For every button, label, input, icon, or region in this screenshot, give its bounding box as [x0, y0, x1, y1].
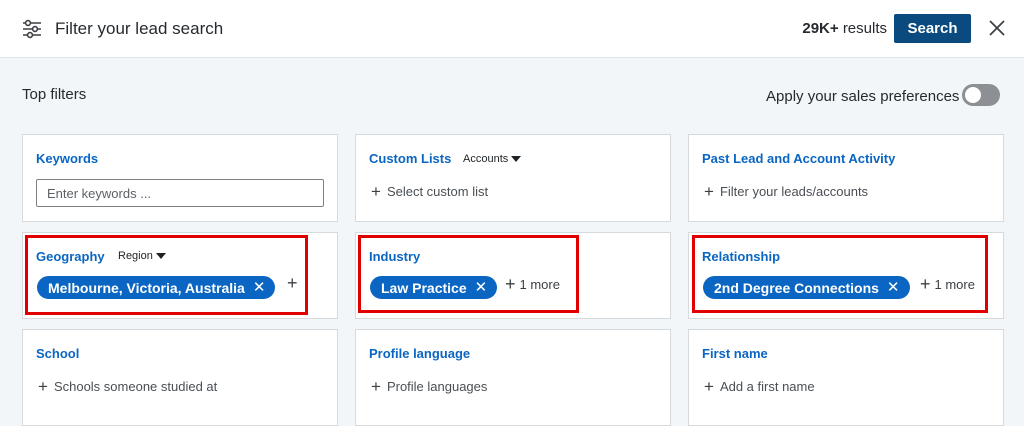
industry-more[interactable]: +1 more — [505, 274, 560, 294]
toggle-knob — [965, 87, 981, 103]
geography-selected-pill[interactable]: Melbourne, Victoria, Australia ✕ — [37, 276, 276, 299]
remove-icon[interactable]: ✕ — [475, 280, 488, 295]
add-school[interactable]: + Schools someone studied at — [38, 377, 218, 396]
plus-icon: + — [920, 274, 931, 294]
filter-title-industry[interactable]: Industry — [369, 249, 420, 264]
plus-icon: + — [371, 182, 381, 201]
industry-selected-pill[interactable]: Law Practice ✕ — [370, 276, 498, 299]
relationship-more[interactable]: +1 more — [920, 274, 975, 294]
add-custom-list[interactable]: + Select custom list — [371, 182, 489, 201]
filter-sliders-icon — [23, 19, 41, 39]
plus-icon: + — [505, 274, 516, 294]
more-label: 1 more — [934, 277, 975, 292]
add-custom-list-label: Select custom list — [386, 184, 489, 199]
pill-label: 2nd Degree Connections — [714, 279, 879, 296]
remove-icon[interactable]: ✕ — [887, 280, 900, 295]
filter-card-relationship: Relationship 2nd Degree Connections ✕ +1 … — [688, 232, 1004, 319]
results-number: 29K+ — [802, 20, 839, 37]
filter-title-keywords[interactable]: Keywords — [36, 151, 98, 166]
pill-label: Law Practice — [381, 279, 467, 296]
plus-icon: + — [371, 377, 381, 396]
page-title: Filter your lead search — [55, 19, 224, 38]
dropdown-value: Region — [118, 250, 153, 262]
sales-preferences-toggle[interactable] — [962, 84, 1000, 106]
modal-header: Filter your lead search 29K+ results Sea… — [0, 0, 1024, 58]
plus-icon: + — [704, 182, 714, 201]
filter-card-school: School + Schools someone studied at — [22, 329, 338, 426]
add-past-activity[interactable]: + Filter your leads/accounts — [704, 182, 869, 201]
filter-card-custom-lists: Custom Lists Accounts + Select custom lis… — [355, 134, 671, 222]
more-label: 1 more — [519, 277, 560, 292]
geography-type-dropdown[interactable]: Region — [118, 250, 166, 262]
plus-icon: + — [38, 377, 48, 396]
pill-label: Melbourne, Victoria, Australia — [48, 279, 245, 296]
results-count: 29K+ results — [802, 20, 887, 37]
add-school-label: Schools someone studied at — [53, 379, 218, 394]
section-title-top-filters: Top filters — [22, 86, 87, 103]
filter-card-first-name: First name + Add a first name — [688, 329, 1004, 426]
search-button[interactable]: Search — [894, 14, 971, 43]
dropdown-value: Accounts — [463, 153, 509, 165]
filter-card-past-activity: Past Lead and Account Activity + Filter y… — [688, 134, 1004, 222]
keywords-input[interactable] — [36, 179, 324, 207]
filter-card-profile-language: Profile language + Profile languages — [355, 329, 671, 426]
results-label: results — [842, 20, 887, 37]
remove-icon[interactable]: ✕ — [253, 280, 266, 295]
sales-preferences-label: Apply your sales preferences — [766, 88, 960, 105]
add-first-name-label: Add a first name — [719, 379, 815, 394]
add-profile-language[interactable]: + Profile languages — [371, 377, 488, 396]
custom-lists-type-dropdown[interactable]: Accounts — [463, 153, 522, 165]
plus-icon: + — [704, 377, 714, 396]
filter-card-industry: Industry Law Practice ✕ +1 more — [355, 232, 671, 319]
filter-title-school[interactable]: School — [36, 346, 79, 361]
close-icon[interactable] — [987, 18, 1007, 38]
add-past-activity-label: Filter your leads/accounts — [719, 184, 869, 199]
caret-down-icon — [511, 156, 522, 162]
filter-title-past-activity[interactable]: Past Lead and Account Activity — [702, 151, 895, 166]
filter-card-geography: Geography Region Melbourne, Victoria, Au… — [22, 232, 338, 319]
add-profile-language-label: Profile languages — [386, 379, 488, 394]
geography-add[interactable]: + — [287, 273, 298, 293]
filter-title-geography[interactable]: Geography — [36, 249, 105, 264]
filter-title-first-name[interactable]: First name — [702, 346, 768, 361]
filter-card-keywords: Keywords — [22, 134, 338, 222]
relationship-selected-pill[interactable]: 2nd Degree Connections ✕ — [703, 276, 910, 299]
filter-title-custom-lists[interactable]: Custom Lists — [369, 151, 451, 166]
filter-title-profile-language[interactable]: Profile language — [369, 346, 470, 361]
caret-down-icon — [155, 253, 166, 259]
plus-icon: + — [287, 273, 298, 293]
filter-title-relationship[interactable]: Relationship — [702, 249, 780, 264]
add-first-name[interactable]: + Add a first name — [704, 377, 815, 396]
